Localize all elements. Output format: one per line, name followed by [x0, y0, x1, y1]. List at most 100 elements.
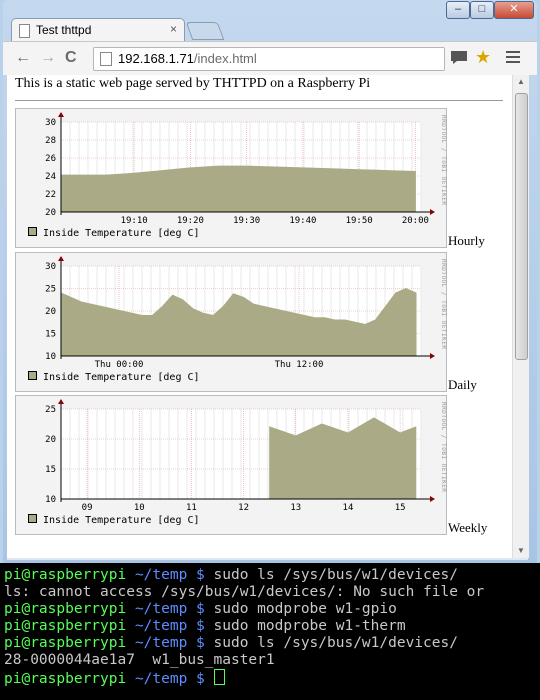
legend-swatch	[28, 227, 37, 236]
x-tick-label: 19:40	[289, 216, 316, 226]
x-tick-label: 19:30	[233, 216, 260, 226]
rrdtool-credit: RRDTOOL / TOBI OETIKER	[440, 115, 447, 206]
y-tick-label: 30	[45, 118, 56, 128]
x-tick-label: 09	[82, 503, 93, 513]
weekly-legend: Inside Temperature [deg C]	[28, 514, 200, 526]
y-tick-label: 20	[45, 307, 56, 317]
y-tick-label: 30	[45, 262, 56, 272]
prompt-host: pi@raspberrypi	[4, 601, 127, 617]
prompt-path: ~/temp $	[134, 671, 205, 687]
x-tick-label: 15	[395, 503, 406, 513]
tab-close-icon[interactable]: ×	[170, 22, 177, 36]
command-text: sudo ls /sys/bus/w1/devices/	[204, 635, 458, 651]
legend-swatch	[28, 514, 37, 523]
hourly-graph: 20 22 24 26 28 30 19:10 19:20 19:30 19:40 19:50 20:…	[15, 108, 447, 248]
tab-active[interactable]: Test thttpd ×	[11, 18, 185, 43]
command-text: sudo ls /sys/bus/w1/devices/	[204, 567, 458, 583]
prompt-path: ~/temp $	[134, 601, 205, 617]
x-tick-label: Thu 00:00	[95, 360, 144, 370]
page-viewport: This is a static web page served by THTT…	[7, 75, 512, 558]
y-tick-label: 25	[45, 285, 56, 295]
back-arrow-icon[interactable]: ←	[15, 49, 31, 67]
weekly-caption: Weekly	[448, 520, 488, 535]
terminal-command-line: pi@raspberrypi ~/temp $	[0, 669, 540, 687]
command-text: sudo modprobe w1-therm	[204, 618, 406, 634]
x-tick-label: 14	[343, 503, 354, 513]
x-axis-arrow	[430, 209, 435, 215]
y-axis-arrow	[58, 256, 64, 261]
y-tick-label: 20	[45, 208, 56, 218]
prompt-host: pi@raspberrypi	[4, 635, 127, 651]
prompt-host: pi@raspberrypi	[4, 618, 127, 634]
x-tick-label: 19:10	[121, 216, 148, 226]
y-tick-label: 28	[45, 136, 56, 146]
terminal-output-line: 28-0000044ae1a7 w1_bus_master1	[4, 652, 275, 668]
prompt-path: ~/temp $	[134, 618, 205, 634]
y-tick-label: 20	[45, 435, 56, 445]
y-tick-label: 22	[45, 190, 56, 200]
url-text: 192.168.1.71/index.html	[118, 51, 257, 66]
window-bottom-edge	[7, 558, 528, 560]
terminal-output-line: ls: cannot access /sys/bus/w1/devices/: …	[4, 584, 485, 600]
daily-legend: Inside Temperature [deg C]	[28, 371, 200, 383]
scroll-up-arrow-icon[interactable]: ▲	[513, 75, 529, 89]
x-tick-label: 19:50	[346, 216, 373, 226]
x-tick-label: 19:20	[177, 216, 204, 226]
y-tick-label: 10	[45, 352, 56, 362]
y-tick-label: 15	[45, 330, 56, 340]
browser-toolbar: ← → C 192.168.1.71/index.html ★	[3, 41, 537, 75]
y-tick-label: 15	[45, 465, 56, 475]
x-tick-label: 11	[186, 503, 197, 513]
terminal-command-line: pi@raspberrypi ~/temp $ sudo ls /sys/bus…	[0, 635, 540, 652]
reload-icon[interactable]: C	[65, 49, 77, 67]
page-icon	[100, 52, 112, 66]
browser-window: Test thttpd × – □ ✕ ← → C 192.168.1.71/i…	[0, 0, 540, 563]
menu-icon[interactable]	[506, 51, 520, 63]
terminal[interactable]: pi@raspberrypi ~/temp $ sudo ls /sys/bus…	[0, 563, 540, 700]
address-bar[interactable]: 192.168.1.71/index.html	[93, 47, 445, 71]
prompt-path: ~/temp $	[134, 567, 205, 583]
forward-arrow-icon[interactable]: →	[40, 49, 56, 67]
daily-caption: Daily	[448, 377, 477, 392]
maximize-button[interactable]: □	[470, 1, 494, 19]
tab-strip: Test thttpd × – □ ✕	[3, 0, 537, 43]
scrollbar-thumb[interactable]	[515, 93, 528, 360]
terminal-command-line: pi@raspberrypi ~/temp $ sudo ls /sys/bus…	[0, 567, 540, 584]
cast-icon[interactable]	[450, 49, 468, 65]
rrdtool-credit: RRDTOOL / TOBI OETIKER	[440, 259, 447, 350]
x-tick-label: 12	[238, 503, 249, 513]
y-axis-arrow	[58, 112, 64, 117]
x-tick-label: 10	[134, 503, 145, 513]
new-tab-button[interactable]	[185, 22, 225, 40]
scroll-down-arrow-icon[interactable]: ▼	[513, 544, 529, 558]
y-tick-label: 26	[45, 154, 56, 164]
terminal-command-line: pi@raspberrypi ~/temp $ sudo modprobe w1…	[0, 601, 540, 618]
command-text	[205, 671, 214, 687]
prompt-host: pi@raspberrypi	[4, 671, 127, 687]
divider	[15, 100, 503, 101]
x-tick-label: 20:00	[402, 216, 429, 226]
intro-text: This is a static web page served by THTT…	[15, 76, 371, 91]
y-tick-label: 25	[45, 405, 56, 415]
bookmark-star-icon[interactable]: ★	[475, 47, 491, 68]
prompt-host: pi@raspberrypi	[4, 567, 127, 583]
prompt-path: ~/temp $	[134, 635, 205, 651]
page-scrollbar[interactable]: ▲ ▼	[512, 75, 529, 558]
legend-swatch	[28, 371, 37, 380]
tab-title: Test thttpd	[36, 23, 92, 37]
x-tick-label: 13	[290, 503, 301, 513]
x-axis-arrow	[430, 496, 435, 502]
minimize-button[interactable]: –	[446, 1, 470, 19]
page-icon	[19, 24, 30, 38]
y-axis-arrow	[58, 399, 64, 404]
hourly-legend: Inside Temperature [deg C]	[28, 227, 200, 239]
x-axis-arrow	[430, 353, 435, 359]
terminal-cursor	[213, 669, 225, 685]
close-window-button[interactable]: ✕	[494, 1, 534, 19]
command-text: sudo modprobe w1-gpio	[204, 601, 397, 617]
y-tick-label: 24	[45, 172, 56, 182]
terminal-command-line: pi@raspberrypi ~/temp $ sudo modprobe w1…	[0, 618, 540, 635]
x-tick-label: Thu 12:00	[275, 360, 324, 370]
weekly-graph: 10 15 20 25 09 10 11 12 13 14 15 Inside Temperatur…	[15, 395, 447, 535]
daily-graph: 10 15 20 25 30 Thu 00:00 Thu 12:00 Inside Temp…	[15, 252, 447, 392]
